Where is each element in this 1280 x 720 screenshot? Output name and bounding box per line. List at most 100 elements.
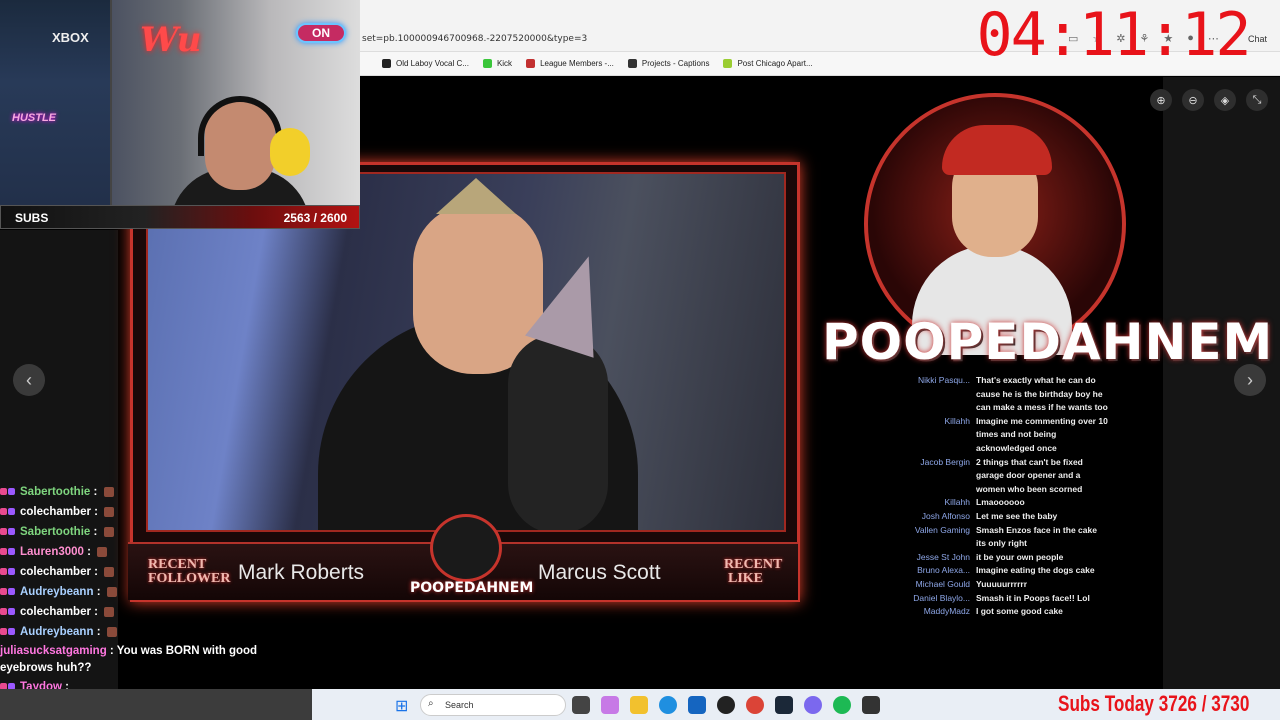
comment-text: That's exactly what he can do cause he i… [976, 375, 1108, 413]
file-explorer-icon[interactable] [630, 696, 648, 714]
comment-row: Daniel Blaylo... Smash it in Poops face!!… [898, 592, 1108, 606]
comment-row: Killahh Imagine me commenting over 10 tim… [898, 415, 1108, 456]
emote-icon [103, 486, 114, 497]
emote-icon [103, 526, 114, 537]
hustle-sign: HUSTLE [12, 112, 56, 124]
spotify-icon[interactable] [833, 696, 851, 714]
messenger-icon[interactable] [804, 696, 822, 714]
comment-author: Bruno Alexa... [917, 565, 970, 576]
emote-icon [104, 506, 115, 517]
taskbar-search-input[interactable]: Search [420, 694, 566, 716]
windows-start-icon[interactable]: ⊞ [395, 696, 408, 716]
copilot-icon[interactable] [601, 696, 619, 714]
chat-badge-icon [8, 568, 15, 576]
subs-goal-bar: SUBS 2563 / 2600 [0, 205, 360, 229]
recent-like-tag: RECENT LIKE [724, 557, 783, 586]
bookmark-item[interactable]: Old Laboy Vocal C... [382, 59, 469, 68]
channel-logo: POOPEDAHNEM [822, 85, 1272, 385]
chat-separator: : [90, 526, 101, 538]
comment-text: Smash Enzos face in the cake its only ri… [976, 524, 1097, 549]
steam-icon[interactable] [775, 696, 793, 714]
chat-badge-icon [0, 588, 7, 596]
logo-avatar [430, 514, 502, 582]
emote-icon [97, 546, 108, 557]
chat-message: colechamber : [0, 602, 300, 622]
chat-separator: : [93, 626, 104, 638]
chat-badge-icon [0, 608, 7, 616]
webcam-feed: XBOX HUSTLE Wu ON [0, 0, 360, 205]
chat-separator: : [90, 486, 101, 498]
comment-author: MaddyMadz [923, 606, 970, 617]
bookmark-item[interactable]: Projects - Captions [627, 59, 710, 68]
previous-photo-icon[interactable]: ‹ [13, 364, 45, 396]
xbox-logo: XBOX [52, 30, 89, 45]
emote-icon [106, 586, 117, 597]
chat-username[interactable]: Audreybeann [20, 586, 94, 598]
chat-footer [0, 689, 312, 720]
chat-badge-icon [0, 508, 7, 516]
obs-icon[interactable] [717, 696, 735, 714]
subs-label: SUBS [15, 211, 49, 225]
comment-text: Yuuuuurrrrrr [976, 578, 1028, 589]
chat-message: Sabertoothie : [0, 522, 300, 542]
chat-separator: : [93, 586, 104, 598]
fullscreen-icon[interactable]: ⤡ [1246, 89, 1268, 111]
comment-text: Imagine eating the dogs cake [976, 565, 1095, 576]
chat-separator: : [83, 546, 95, 558]
comment-author: Vallen Gaming [914, 524, 970, 535]
zoom-out-icon[interactable]: ⊖ [1182, 89, 1204, 111]
recent-like-name: Marcus Scott [538, 561, 661, 584]
terminal-icon[interactable] [862, 696, 880, 714]
viewer-toolbar: ⊕ ⊖ ◈ ⤡ [1150, 89, 1268, 111]
comment-author: Killahh [944, 497, 970, 508]
chat-username[interactable]: Audreybeann [20, 626, 94, 638]
emote-icon [104, 566, 115, 577]
url-text[interactable]: set=pb.100000946700968.-2207520000&type=… [362, 34, 587, 44]
store-icon[interactable] [688, 696, 706, 714]
bookmark-label: Projects - Captions [641, 59, 710, 68]
chat-username[interactable]: Sabertoothie [20, 526, 90, 538]
photo-comments: Nikki Pasqu... That's exactly what he can… [898, 374, 1108, 619]
chat-username[interactable]: colechamber [20, 606, 91, 618]
chat-badge-icon [0, 488, 7, 496]
comment-text: Smash it in Poops face!! Lol [976, 592, 1090, 603]
bookmark-item[interactable]: Post Chicago Apart... [723, 59, 813, 68]
comment-author: Jesse St John [916, 551, 970, 562]
comment-text: Lmaoooooo [976, 497, 1025, 508]
chat-badge-icon [0, 628, 7, 636]
task-view-icon[interactable] [572, 696, 590, 714]
edge-icon[interactable] [659, 696, 677, 714]
bookmark-item[interactable]: Kick [482, 59, 513, 68]
chat-username[interactable]: Sabertoothie [20, 486, 90, 498]
chat-message: colechamber : [0, 502, 300, 522]
chat-username[interactable]: colechamber [20, 566, 91, 578]
bookmark-item[interactable]: League Members -... [526, 59, 614, 68]
chat-username[interactable]: colechamber [20, 506, 91, 518]
chat-separator: : [90, 506, 102, 518]
chat-username[interactable]: Lauren3000 [20, 546, 84, 558]
comment-row: Killahh Lmaoooooo [898, 496, 1108, 510]
bookmark-label: Post Chicago Apart... [737, 59, 813, 68]
logo-text: POOPEDAHNEM [410, 580, 534, 596]
comment-row: Vallen Gaming Smash Enzos face in the cak… [898, 524, 1108, 551]
comment-text: it be your own people [976, 551, 1064, 562]
tag-icon[interactable]: ◈ [1214, 89, 1236, 111]
comment-row: Jacob Bergin 2 things that can't be fixed… [898, 456, 1108, 497]
comment-text: I got some good cake [976, 606, 1063, 617]
chat-separator: : [90, 606, 102, 618]
bookmark-label: Kick [496, 59, 513, 68]
comment-author: Jacob Bergin [920, 456, 970, 467]
banner-logo: POOPEDAHNEM [410, 514, 534, 600]
chat-message: Audreybeann : [0, 622, 300, 642]
chat-username[interactable]: juliasucksatgaming [0, 645, 107, 657]
chat-message: Audreybeann : [0, 582, 300, 602]
chat-separator: : [106, 645, 117, 657]
comment-row: Bruno Alexa... Imagine eating the dogs ca… [898, 564, 1108, 578]
bookmark-label: League Members -... [540, 59, 614, 68]
bookmark-label: Old Laboy Vocal C... [396, 59, 469, 68]
chrome-icon[interactable] [746, 696, 764, 714]
comment-author: Killahh [944, 415, 970, 426]
chat-message: Sabertoothie : [0, 482, 300, 502]
bookmark-favicon-icon [482, 59, 492, 68]
party-hat [436, 178, 516, 214]
